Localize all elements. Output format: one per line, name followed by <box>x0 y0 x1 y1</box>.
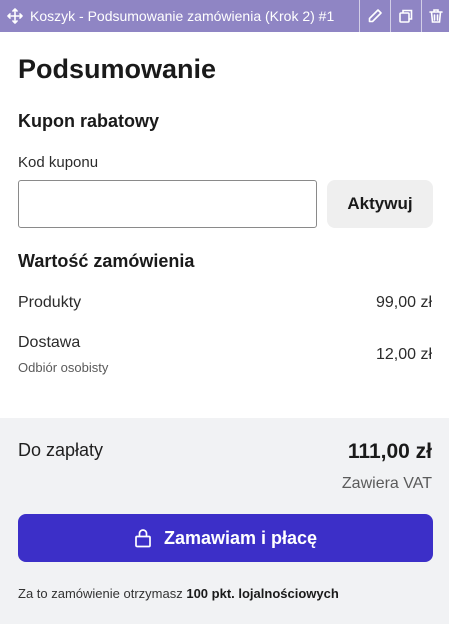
products-label: Produkty <box>18 294 82 311</box>
total-value: 111,00 zł <box>347 440 432 463</box>
editor-toolbar: Koszyk - Podsumowanie zamówienia (Krok 2… <box>0 0 449 32</box>
edit-button[interactable] <box>359 0 390 32</box>
coupon-heading: Kupon rabatowy <box>18 111 160 131</box>
pencil-icon <box>368 9 382 23</box>
payment-summary: Do zapłaty 111,00 zł Zawiera VAT Zamawia… <box>0 418 449 624</box>
coupon-code-input[interactable] <box>18 180 317 228</box>
place-order-button[interactable]: Zamawiam i płacę <box>18 514 433 562</box>
delete-button[interactable] <box>421 0 449 32</box>
products-value: 99,00 zł <box>375 294 432 311</box>
coupon-field-label: Kod kuponu <box>18 154 99 171</box>
place-order-label: Zamawiam i płacę <box>163 527 318 548</box>
activate-coupon-button[interactable]: Aktywuj <box>327 180 433 228</box>
total-label: Do zapłaty <box>18 440 104 460</box>
delivery-value: 12,00 zł <box>375 346 432 363</box>
loyalty-info: Za to zamówienie otrzymasz 100 pkt. loja… <box>18 586 339 601</box>
move-handle[interactable] <box>0 0 30 32</box>
vat-note: Zawiera VAT <box>341 475 432 492</box>
delivery-method: Odbiór osobisty <box>18 360 109 375</box>
loyalty-prefix: Za to zamówienie otrzymasz <box>18 586 187 601</box>
order-value-heading: Wartość zamówienia <box>18 251 195 271</box>
delivery-label: Dostawa <box>18 334 81 351</box>
lock-icon <box>135 529 151 548</box>
toolbar-title: Koszyk - Podsumowanie zamówienia (Krok 2… <box>30 8 335 24</box>
trash-icon <box>428 9 443 23</box>
move-icon <box>7 8 23 24</box>
duplicate-button[interactable] <box>390 0 421 32</box>
loyalty-points: 100 pkt. lojalnościowych <box>186 586 339 601</box>
duplicate-icon <box>399 9 413 23</box>
page-title: Podsumowanie <box>18 54 217 84</box>
